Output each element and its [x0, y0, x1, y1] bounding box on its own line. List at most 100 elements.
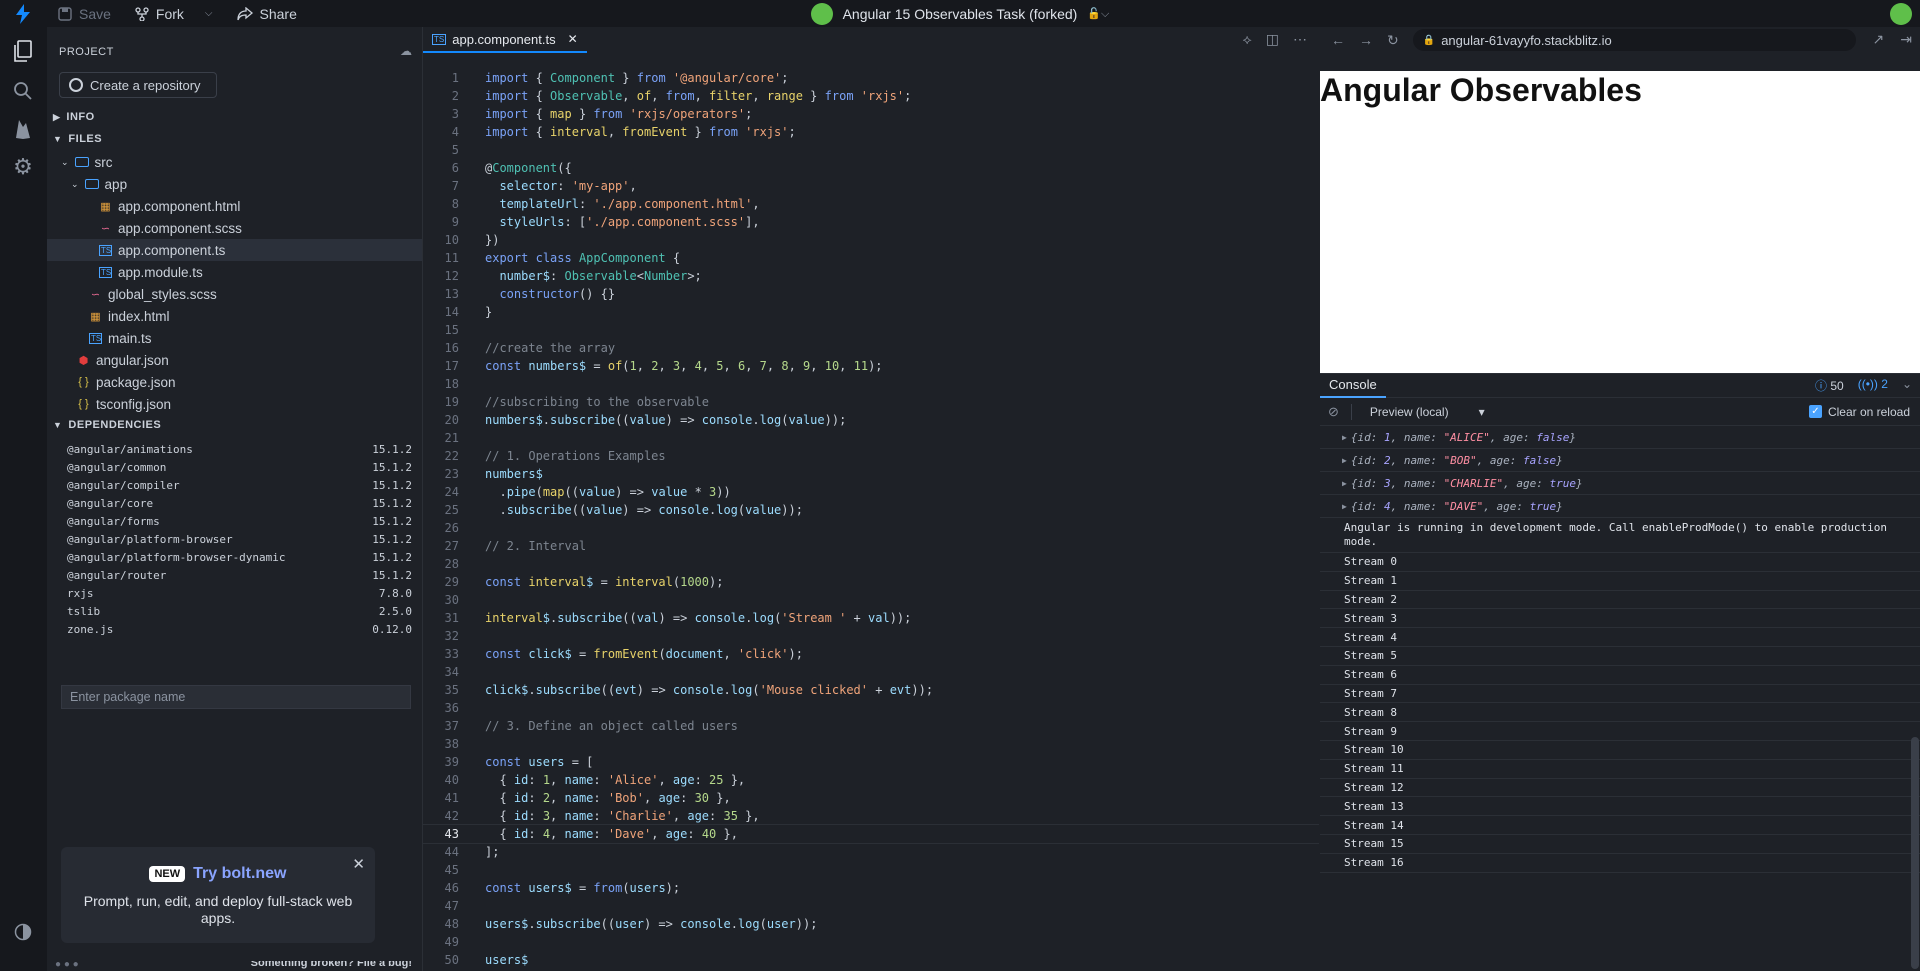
- console-object-row[interactable]: ▶ {id: 2, name: "BOB", age: false}: [1320, 449, 1920, 472]
- code-line[interactable]: 31 interval$.subscribe((val) => console.l…: [423, 609, 1320, 627]
- tree-file-app-component-scss[interactable]: ∽ app.component.scss: [47, 217, 422, 239]
- code-line[interactable]: 35 click$.subscribe((evt) => console.log(…: [423, 681, 1320, 699]
- save-button[interactable]: Save: [46, 0, 123, 27]
- url-bar[interactable]: 🔒 angular-61vayyfo.stackblitz.io: [1412, 29, 1856, 51]
- back-arrow-icon[interactable]: ←: [1331, 32, 1345, 48]
- chevron-down-icon[interactable]: ⌵: [205, 8, 213, 19]
- code-line[interactable]: 17 const numbers$ = of(1, 2, 3, 4, 5, 6, …: [423, 357, 1320, 375]
- forward-arrow-icon[interactable]: →: [1359, 32, 1373, 48]
- clear-console-icon[interactable]: ⊘: [1328, 404, 1339, 420]
- console-scrollbar[interactable]: [1911, 737, 1919, 969]
- code-line[interactable]: 22 // 1. Operations Examples: [423, 447, 1320, 465]
- code-line[interactable]: 41 { id: 2, name: 'Bob', age: 30 },: [423, 789, 1320, 807]
- package-name-input[interactable]: [61, 685, 411, 709]
- reload-icon[interactable]: ↻: [1387, 32, 1399, 49]
- tree-file-app-component-html[interactable]: ▦ app.component.html: [47, 195, 422, 217]
- console-object-row[interactable]: ▶ {id: 4, name: "DAVE", age: true}: [1320, 495, 1920, 518]
- code-line[interactable]: 11 export class AppComponent {: [423, 249, 1320, 267]
- code-line[interactable]: 32: [423, 627, 1320, 645]
- info-count[interactable]: ⓘ 50: [1815, 377, 1844, 394]
- theme-toggle-icon[interactable]: [11, 920, 35, 944]
- firebase-icon[interactable]: [11, 117, 35, 141]
- code-line[interactable]: 15: [423, 321, 1320, 339]
- open-new-window-icon[interactable]: ↗: [1873, 31, 1885, 48]
- tree-file-index-html[interactable]: ▦ index.html: [47, 305, 422, 327]
- code-line[interactable]: 9 styleUrls: ['./app.component.scss'],: [423, 213, 1320, 231]
- code-line[interactable]: 25 .subscribe((value) => console.log(val…: [423, 501, 1320, 519]
- share-button[interactable]: Share: [225, 0, 309, 27]
- code-line[interactable]: 44];: [423, 843, 1320, 861]
- code-line[interactable]: 2 import { Observable, of, from, filter, …: [423, 87, 1320, 105]
- gear-icon[interactable]: ⚙: [11, 154, 35, 179]
- code-line[interactable]: 27 // 2. Interval: [423, 537, 1320, 555]
- tree-file-package-json[interactable]: { } package.json: [47, 371, 422, 393]
- code-line[interactable]: 23 numbers$: [423, 465, 1320, 483]
- code-line[interactable]: 21: [423, 429, 1320, 447]
- code-line[interactable]: 48 users$.subscribe((user) => console.log…: [423, 915, 1320, 933]
- more-icon[interactable]: ⋯: [1293, 31, 1307, 48]
- code-line[interactable]: 49: [423, 933, 1320, 951]
- clear-on-reload-toggle[interactable]: ✓ Clear on reload: [1808, 405, 1910, 419]
- dependency-item[interactable]: zone.js 0.12.0: [47, 618, 422, 640]
- code-line[interactable]: 37 // 3. Define an object called users: [423, 717, 1320, 735]
- social-icons[interactable]: ● ● ●: [55, 961, 79, 970]
- tree-folder-src[interactable]: ⌄ src: [47, 151, 422, 173]
- chevron-down-icon[interactable]: ⌄: [1902, 377, 1912, 394]
- code-line[interactable]: 14}: [423, 303, 1320, 321]
- project-title[interactable]: Angular 15 Observables Task (forked): [843, 6, 1078, 22]
- lock-icon[interactable]: 🔓⌵: [1087, 7, 1109, 21]
- expand-triangle-icon[interactable]: ▶: [1342, 433, 1347, 442]
- tree-file-main-ts[interactable]: TS main.ts: [47, 327, 422, 349]
- code-line[interactable]: 8 templateUrl: './app.component.html',: [423, 195, 1320, 213]
- search-icon[interactable]: [11, 79, 35, 103]
- code-line[interactable]: 16 //create the array: [423, 339, 1320, 357]
- code-line[interactable]: 45: [423, 861, 1320, 879]
- code-line[interactable]: 46 const users$ = from(users);: [423, 879, 1320, 897]
- console-object-row[interactable]: ▶ {id: 3, name: "CHARLIE", age: true}: [1320, 472, 1920, 495]
- section-dependencies[interactable]: ▼ DEPENDENCIES: [47, 415, 422, 435]
- code-line[interactable]: 20 numbers$.subscribe((value) => console.…: [423, 411, 1320, 429]
- tree-file-global-styles-scss[interactable]: ∽ global_styles.scss: [47, 283, 422, 305]
- tree-folder-app[interactable]: ⌄ app: [47, 173, 422, 195]
- code-line[interactable]: 4 import { interval, fromEvent } from 'rx…: [423, 123, 1320, 141]
- tree-file-app-component-ts[interactable]: TS app.component.ts: [47, 239, 422, 261]
- code-line[interactable]: 30: [423, 591, 1320, 609]
- code-line[interactable]: 13 constructor() {}: [423, 285, 1320, 303]
- cloud-download-icon[interactable]: ☁: [400, 44, 412, 58]
- tree-file-angular-json[interactable]: ⬢ angular.json: [47, 349, 422, 371]
- code-line[interactable]: 6 @Component({: [423, 159, 1320, 177]
- code-line[interactable]: 42 { id: 3, name: 'Charlie', age: 35 },: [423, 807, 1320, 825]
- code-line[interactable]: 47: [423, 897, 1320, 915]
- tab-console[interactable]: Console: [1320, 374, 1386, 398]
- code-line[interactable]: 36: [423, 699, 1320, 717]
- code-line[interactable]: 26: [423, 519, 1320, 537]
- warning-count[interactable]: ((•)) 2: [1858, 377, 1888, 394]
- code-line[interactable]: 43 { id: 4, name: 'Dave', age: 40 },: [422, 824, 1321, 844]
- code-line[interactable]: 18: [423, 375, 1320, 393]
- expand-triangle-icon[interactable]: ▶: [1342, 502, 1347, 511]
- code-line[interactable]: 33 const click$ = fromEvent(document, 'cl…: [423, 645, 1320, 663]
- code-line[interactable]: 5: [423, 141, 1320, 159]
- context-select[interactable]: Preview (local) ▾: [1364, 403, 1491, 421]
- code-line[interactable]: 7 selector: 'my-app',: [423, 177, 1320, 195]
- checkbox-checked-icon[interactable]: ✓: [1808, 405, 1822, 418]
- user-avatar[interactable]: [1890, 3, 1912, 25]
- code-line[interactable]: 50 users$: [423, 951, 1320, 969]
- code-line[interactable]: 19 //subscribing to the observable: [423, 393, 1320, 411]
- section-files[interactable]: ▼ FILES: [47, 129, 422, 149]
- file-bug-link[interactable]: Something broken? File a bug!: [251, 961, 412, 969]
- code-line[interactable]: 12 number$: Observable<Number>;: [423, 267, 1320, 285]
- console-object-row[interactable]: ▶ {id: 1, name: "ALICE", age: false}: [1320, 426, 1920, 449]
- fork-button[interactable]: Fork ⌵: [123, 0, 225, 27]
- code-line[interactable]: 10}): [423, 231, 1320, 249]
- code-line[interactable]: 40 { id: 1, name: 'Alice', age: 25 },: [423, 771, 1320, 789]
- code-content[interactable]: 1 import { Component } from '@angular/cor…: [422, 69, 1321, 969]
- split-view-icon[interactable]: ◫: [1266, 31, 1279, 48]
- collapse-panel-icon[interactable]: ⇥: [1900, 31, 1912, 48]
- try-bolt-link[interactable]: Try bolt.new: [193, 865, 286, 883]
- stackblitz-logo-icon[interactable]: [0, 3, 46, 24]
- expand-triangle-icon[interactable]: ▶: [1342, 479, 1347, 488]
- expand-triangle-icon[interactable]: ▶: [1342, 456, 1347, 465]
- code-line[interactable]: 3 import { map } from 'rxjs/operators';: [423, 105, 1320, 123]
- files-icon[interactable]: [11, 39, 35, 63]
